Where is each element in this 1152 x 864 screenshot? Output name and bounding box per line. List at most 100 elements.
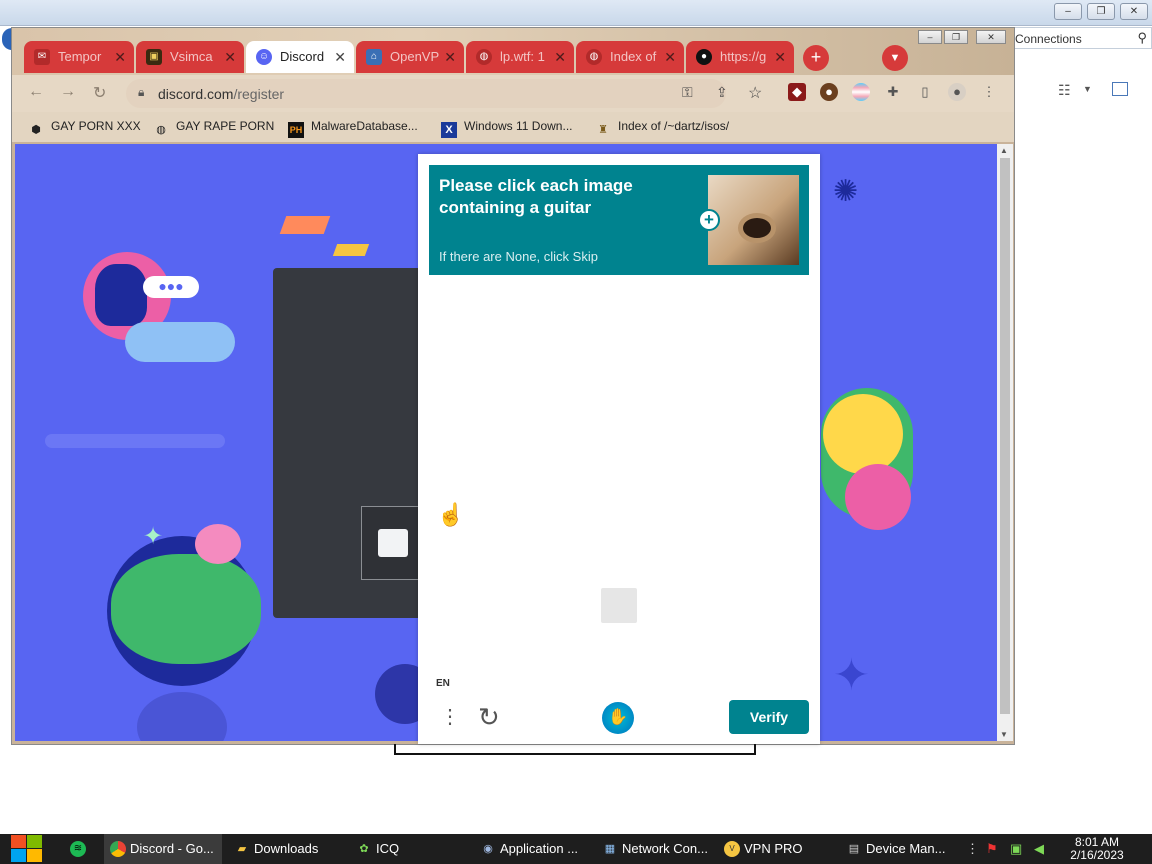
taskbar-item-icq[interactable]: ✿ ICQ — [350, 834, 460, 864]
shadow-decoration — [137, 692, 227, 741]
forward-icon[interactable]: → — [60, 83, 76, 101]
taskbar-item-discord[interactable]: Discord - Go... — [104, 834, 222, 864]
new-tab-button[interactable]: + — [803, 45, 829, 71]
tab-label: Index of — [610, 49, 657, 64]
scroll-up-icon[interactable]: ▲ — [1000, 146, 1008, 155]
tab-lpwtf[interactable]: ◍ lp.wtf: 1 ✕ — [466, 41, 574, 73]
close-icon[interactable]: ✕ — [334, 41, 346, 73]
clock[interactable]: 8:01 AM 2/16/2023 — [1066, 836, 1128, 862]
badge-icon: ⬢ — [31, 124, 41, 136]
tab-vsimca[interactable]: ▣ Vsimca ✕ — [136, 41, 244, 73]
taskbar-item-device-manager[interactable]: ▤ Device Man... — [840, 834, 952, 864]
bookmark-item[interactable]: PH MalwareDatabase... — [288, 119, 418, 138]
taskbar-item-application[interactable]: ◉ Application ... — [474, 834, 584, 864]
mail-icon: ✉ — [34, 49, 50, 65]
minimize-button[interactable]: – — [1054, 3, 1082, 20]
close-icon[interactable]: ✕ — [554, 41, 566, 73]
preview-pane-icon[interactable] — [1112, 82, 1128, 96]
checkbox-placeholder[interactable] — [378, 529, 408, 557]
extension-avatar-icon[interactable]: ● — [820, 83, 838, 101]
language-selector[interactable]: EN — [436, 678, 450, 689]
tab-label: lp.wtf: 1 — [500, 49, 545, 64]
refresh-icon[interactable]: ↻ — [478, 702, 500, 732]
share-icon[interactable]: ⇪ — [716, 84, 728, 101]
discord-icon: ☺ — [256, 49, 272, 65]
hcaptcha-logo-icon[interactable]: ✋ — [602, 702, 634, 734]
tray-overflow-icon[interactable]: ⋮ — [966, 842, 979, 856]
icq-icon: ✿ — [359, 843, 369, 855]
close-icon[interactable]: ✕ — [114, 41, 126, 73]
profile-icon[interactable]: ● — [948, 83, 966, 101]
captcha-example-image[interactable] — [708, 175, 799, 265]
bookmarks-bar: ⬢ GAY PORN XXX ◍ GAY RAPE PORN PH MalwareDa… — [12, 112, 1014, 142]
captcha-challenge: Please click each image containing a gui… — [418, 154, 820, 744]
ublock-icon[interactable]: ◆ — [788, 83, 806, 101]
tab-search-button[interactable]: ▼ — [882, 45, 908, 71]
volume-icon[interactable]: ◀ — [1034, 842, 1044, 856]
more-options-icon[interactable]: ⋮ — [440, 702, 460, 732]
chrome-icon — [110, 841, 126, 857]
bookmark-item[interactable]: ♜ Index of /~dartz/isos/ — [595, 119, 729, 138]
url-text[interactable]: discord.com/register — [158, 86, 284, 102]
tab-label: OpenVP — [390, 49, 440, 64]
spotify-icon[interactable]: ≋ — [70, 841, 86, 857]
globe-icon: ◍ — [476, 49, 492, 65]
close-icon[interactable]: ✕ — [664, 41, 676, 73]
tab-github[interactable]: ● https://g ✕ — [686, 41, 794, 73]
taskbar-item-downloads[interactable]: ▰ Downloads — [228, 834, 338, 864]
flag-extension-icon[interactable] — [852, 83, 870, 101]
chevron-down-icon[interactable]: ▼ — [1083, 84, 1092, 94]
chrome-maximize-button[interactable]: ❐ — [944, 30, 968, 44]
tab-index-of[interactable]: ◍ Index of ✕ — [576, 41, 684, 73]
modal-tooltip-box — [361, 506, 421, 580]
clock-date: 2/16/2023 — [1070, 848, 1124, 862]
bookmark-label: GAY PORN XXX — [51, 119, 141, 133]
lock-icon[interactable]: 🔒︎ — [138, 85, 144, 100]
url-host: discord.com — [158, 86, 234, 102]
bookmark-item[interactable]: ⬢ GAY PORN XXX — [28, 119, 141, 138]
tab-label: https://g — [720, 49, 767, 64]
address-bar[interactable]: 🔒︎ discord.com/register ⚿ ⇪ ☆ — [126, 79, 762, 108]
scroll-thumb[interactable] — [1000, 158, 1010, 714]
bookmark-label: GAY RAPE PORN — [176, 119, 275, 133]
character-hair — [95, 264, 147, 326]
taskbar-item-label: Network Con... — [622, 841, 708, 856]
taskbar-item-label: Application ... — [500, 841, 579, 856]
url-path: /register — [233, 86, 285, 102]
explorer-address-bar[interactable]: Connections ⚲ — [1010, 27, 1152, 49]
network-status-icon[interactable]: ▣ — [1010, 842, 1022, 856]
page-scrollbar[interactable]: ▲ ▼ — [997, 144, 1013, 741]
scroll-down-icon[interactable]: ▼ — [1000, 730, 1008, 739]
start-button[interactable] — [9, 834, 43, 864]
key-icon[interactable]: ⚿ — [682, 84, 693, 101]
expand-example-icon[interactable]: + — [698, 209, 720, 231]
back-icon[interactable]: ← — [28, 83, 44, 101]
close-button[interactable]: ✕ — [1120, 3, 1148, 20]
close-icon[interactable]: ✕ — [224, 41, 236, 73]
reload-icon[interactable]: ↻ — [93, 83, 106, 103]
taskbar-item-label: Device Man... — [866, 841, 946, 856]
taskbar-item-network[interactable]: ▦ Network Con... — [596, 834, 708, 864]
bookmark-label: MalwareDatabase... — [311, 119, 418, 133]
search-icon[interactable]: ⚲ — [1137, 30, 1147, 46]
bookmark-item[interactable]: ◍ GAY RAPE PORN — [153, 119, 274, 138]
tab-openvpn[interactable]: ⌂ OpenVP ✕ — [356, 41, 464, 73]
kebab-menu-icon[interactable]: ⋮ — [980, 83, 998, 101]
view-options-icon[interactable]: ☷ — [1058, 82, 1071, 99]
captcha-header: Please click each image containing a gui… — [429, 165, 809, 275]
action-center-flag-icon[interactable]: ⚑ — [986, 842, 998, 856]
close-icon[interactable]: ✕ — [774, 41, 786, 73]
tab-discord[interactable]: ☺ Discord ✕ — [246, 41, 354, 73]
globe-icon: ◍ — [586, 49, 602, 65]
chrome-minimize-button[interactable]: – — [918, 30, 942, 44]
taskbar-item-vpn[interactable]: V VPN PRO — [718, 834, 828, 864]
verify-button[interactable]: Verify — [729, 700, 809, 734]
chrome-close-button[interactable]: ✕ — [976, 30, 1006, 44]
bookmark-item[interactable]: X Windows 11 Down... — [441, 119, 573, 138]
bookmark-star-icon[interactable]: ☆ — [748, 83, 762, 103]
close-icon[interactable]: ✕ — [444, 41, 456, 73]
tab-tempor[interactable]: ✉ Tempor ✕ — [24, 41, 134, 73]
side-panel-icon[interactable]: ▯ — [916, 83, 934, 101]
maximize-button[interactable]: ❐ — [1087, 3, 1115, 20]
puzzle-icon[interactable]: ✚ — [884, 83, 902, 101]
